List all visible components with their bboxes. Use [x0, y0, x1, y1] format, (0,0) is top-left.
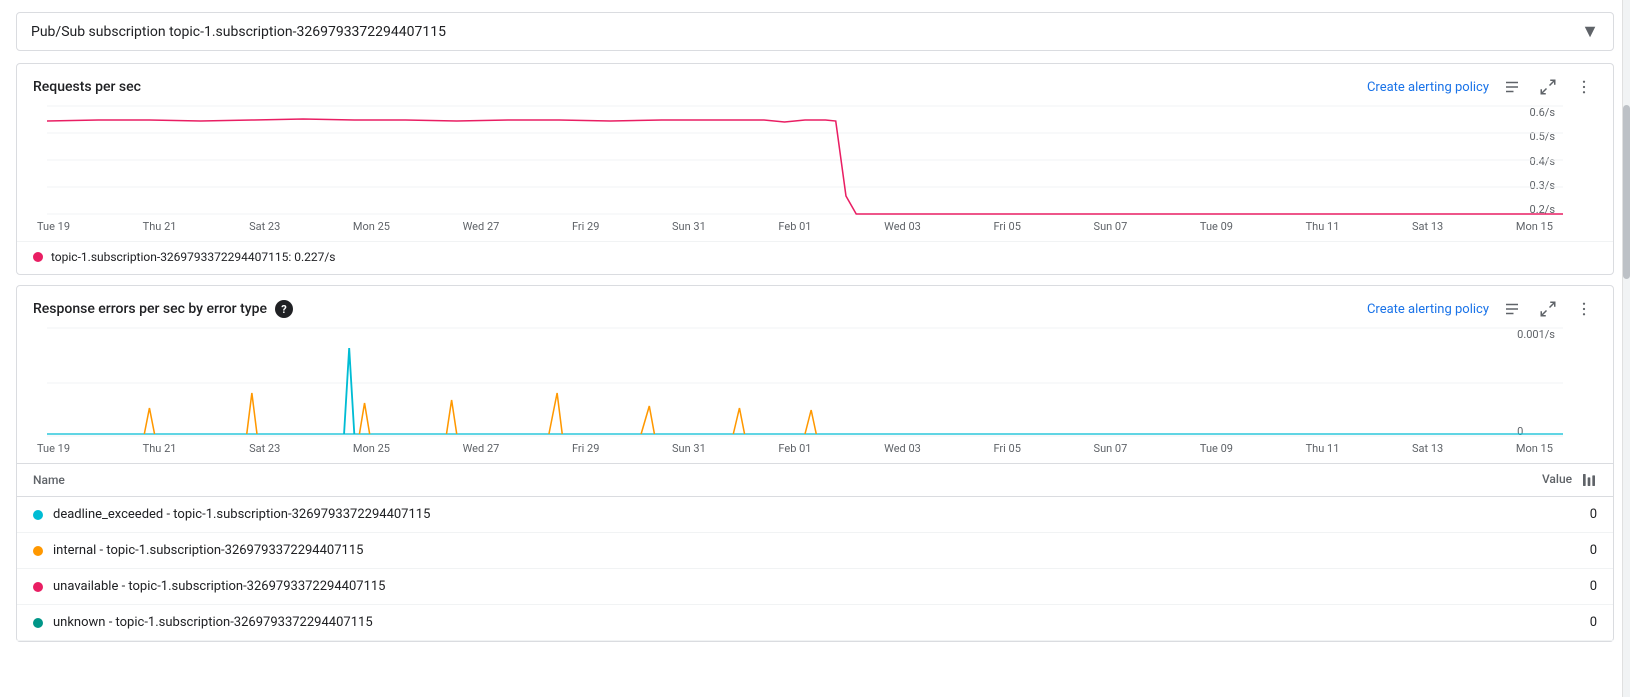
legend-label-1: topic-1.subscription-3269793372294407115… — [51, 250, 336, 264]
row-label: deadline_exceeded - topic-1.subscription… — [53, 507, 430, 522]
error-type-table: Name Value deadline_exceeded - topic-1.s… — [17, 463, 1613, 641]
table-row: unknown - topic-1.subscription-326979337… — [17, 605, 1613, 641]
table-row: unavailable - topic-1.subscription-32697… — [17, 569, 1613, 605]
chart2-x-axis: Tue 19 Thu 21 Sat 23 Mon 25 Wed 27 Fri 2… — [17, 438, 1613, 463]
chart1-title: Requests per sec — [33, 79, 141, 95]
response-errors-chart: Response errors per sec by error type ? … — [16, 285, 1614, 642]
chart2-title: Response errors per sec by error type ? — [33, 300, 293, 318]
chart1-actions: Create alerting policy — [1367, 76, 1597, 98]
col-name-header: Name — [17, 464, 1344, 497]
requests-per-sec-chart: Requests per sec Create alerting policy … — [16, 63, 1614, 275]
subscription-dropdown[interactable]: Pub/Sub subscription topic-1.subscriptio… — [16, 12, 1614, 51]
chart2-svg — [47, 328, 1563, 438]
row-label: internal - topic-1.subscription-32697933… — [53, 543, 363, 558]
create-alert-button-1[interactable]: Create alerting policy — [1367, 80, 1489, 95]
row-value-cell: 0 — [1344, 605, 1613, 641]
chart1-header: Requests per sec Create alerting policy — [17, 64, 1613, 106]
legend-icon-2[interactable] — [1499, 298, 1525, 320]
row-name-cell: deadline_exceeded - topic-1.subscription… — [17, 497, 1344, 533]
row-color-dot — [33, 582, 43, 592]
chevron-down-icon: ▼ — [1581, 21, 1599, 42]
chart1-x-axis: Tue 19 Thu 21 Sat 23 Mon 25 Wed 27 Fri 2… — [17, 216, 1613, 241]
create-alert-button-2[interactable]: Create alerting policy — [1367, 302, 1489, 317]
row-color-dot — [33, 510, 43, 520]
chart1-svg — [47, 106, 1563, 216]
row-color-dot — [33, 546, 43, 556]
more-icon-2[interactable] — [1571, 298, 1597, 320]
legend-dot-1 — [33, 252, 43, 262]
legend-icon-1[interactable] — [1499, 76, 1525, 98]
scrollbar[interactable] — [1622, 0, 1630, 697]
row-value-cell: 0 — [1344, 569, 1613, 605]
row-label: unknown - topic-1.subscription-326979337… — [53, 615, 373, 630]
fullscreen-icon-1[interactable] — [1535, 76, 1561, 98]
help-icon: ? — [275, 300, 293, 318]
table-row: deadline_exceeded - topic-1.subscription… — [17, 497, 1613, 533]
row-name-cell: unavailable - topic-1.subscription-32697… — [17, 569, 1344, 605]
row-name-cell: internal - topic-1.subscription-32697933… — [17, 533, 1344, 569]
chart1-area: 0.6/s 0.5/s 0.4/s 0.3/s 0.2/s — [47, 106, 1563, 216]
scrollbar-thumb[interactable] — [1623, 105, 1630, 279]
more-icon-1[interactable] — [1571, 76, 1597, 98]
chart1-legend: topic-1.subscription-3269793372294407115… — [17, 241, 1613, 274]
fullscreen-icon-2[interactable] — [1535, 298, 1561, 320]
row-color-dot — [33, 618, 43, 628]
table-row: internal - topic-1.subscription-32697933… — [17, 533, 1613, 569]
row-name-cell: unknown - topic-1.subscription-326979337… — [17, 605, 1344, 641]
col-value-header: Value — [1344, 464, 1613, 497]
row-value-cell: 0 — [1344, 497, 1613, 533]
row-label: unavailable - topic-1.subscription-32697… — [53, 579, 386, 594]
chart2-actions: Create alerting policy — [1367, 298, 1597, 320]
row-value-cell: 0 — [1344, 533, 1613, 569]
dropdown-value: Pub/Sub subscription topic-1.subscriptio… — [31, 24, 446, 40]
chart2-area: 0.001/s 0 — [47, 328, 1563, 438]
chart2-header: Response errors per sec by error type ? … — [17, 286, 1613, 328]
